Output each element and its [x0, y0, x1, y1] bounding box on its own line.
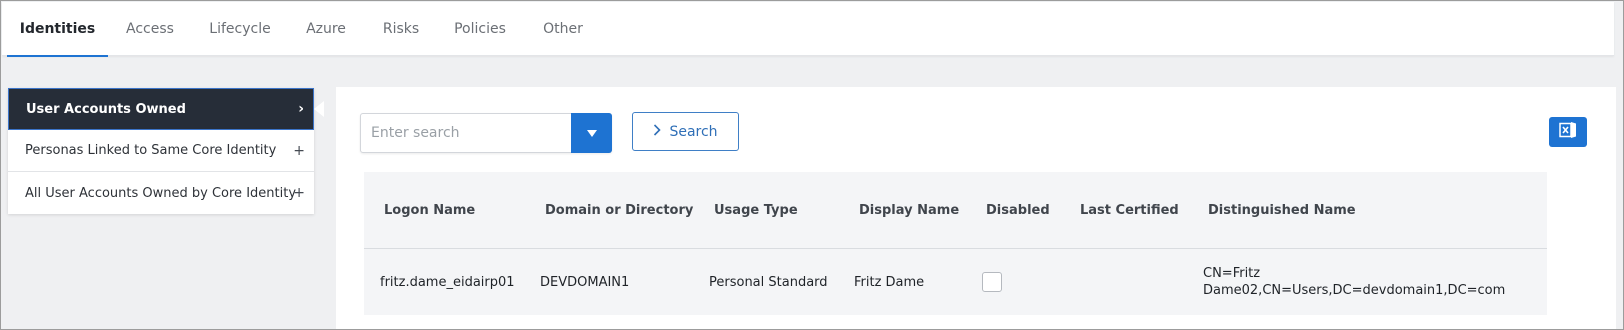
sidebar-pointer — [314, 101, 324, 117]
cell-display-name: Fritz Dame — [854, 274, 925, 290]
tab-risks[interactable]: Risks — [371, 2, 431, 56]
tab-access[interactable]: Access — [115, 2, 185, 56]
tab-azure[interactable]: Azure — [295, 2, 357, 56]
excel-icon — [1558, 120, 1578, 144]
tab-identities[interactable]: Identities — [7, 2, 108, 57]
sidebar-item-personas-linked[interactable]: Personas Linked to Same Core Identity + — [8, 130, 314, 172]
sidebar-item-user-accounts-owned[interactable]: User Accounts Owned › — [8, 88, 314, 130]
caret-down-icon — [586, 129, 597, 137]
column-header-display-name[interactable]: Display Name — [859, 172, 959, 249]
tab-lifecycle[interactable]: Lifecycle — [200, 2, 280, 56]
cell-usage-type: Personal Standard — [709, 274, 828, 290]
search-button-label: Search — [669, 123, 718, 140]
sidebar-item-label: Personas Linked to Same Core Identity — [25, 143, 277, 158]
distinguished-name-text: CN=Fritz Dame02,CN=Users,DC=devdomain1,D… — [1203, 266, 1506, 298]
table-row[interactable]: fritz.dame_eidairp01 DEVDOMAIN1 Personal… — [364, 249, 1547, 315]
sidebar-item-all-user-accounts[interactable]: All User Accounts Owned by Core Identity… — [8, 172, 314, 214]
column-header-domain[interactable]: Domain or Directory — [545, 172, 693, 249]
app-frame: Identities Access Lifecycle Azure Risks … — [0, 0, 1624, 330]
column-header-usage-type[interactable]: Usage Type — [714, 172, 798, 249]
search-button[interactable]: Search — [632, 112, 739, 151]
column-header-disabled[interactable]: Disabled — [986, 172, 1050, 249]
cell-disabled — [982, 249, 1002, 315]
export-excel-button[interactable] — [1549, 117, 1587, 147]
top-tab-bar: Identities Access Lifecycle Azure Risks … — [2, 2, 1614, 57]
plus-icon: + — [293, 142, 305, 159]
chevron-right-icon — [653, 123, 662, 140]
chevron-right-icon: › — [298, 101, 304, 117]
disabled-checkbox[interactable] — [982, 272, 1002, 292]
column-header-distinguished-name[interactable]: Distinguished Name — [1208, 172, 1356, 249]
plus-icon: + — [293, 185, 305, 201]
sidebar-item-label: User Accounts Owned — [26, 101, 186, 117]
table-header: Logon Name Domain or Directory Usage Typ… — [364, 172, 1547, 249]
sidebar-item-label: All User Accounts Owned by Core Identity — [25, 185, 297, 201]
sidebar: User Accounts Owned › Personas Linked to… — [8, 88, 314, 214]
column-header-logon-name[interactable]: Logon Name — [384, 172, 475, 249]
tab-other[interactable]: Other — [531, 2, 595, 56]
column-header-last-certified[interactable]: Last Certified — [1080, 172, 1179, 249]
tab-policies[interactable]: Policies — [443, 2, 517, 56]
accounts-table: Logon Name Domain or Directory Usage Typ… — [364, 172, 1547, 315]
cell-logon-name: fritz.dame_eidairp01 — [380, 274, 515, 290]
cell-distinguished-name: CN=Fritz Dame02,CN=Users,DC=devdomain1,D… — [1203, 249, 1523, 315]
cell-domain: DEVDOMAIN1 — [540, 274, 630, 290]
search-input[interactable] — [361, 114, 571, 152]
main-panel: Search Logon Name Domain or Directory Us… — [336, 87, 1616, 329]
search-options-dropdown[interactable] — [571, 113, 612, 153]
search-box — [360, 113, 612, 153]
